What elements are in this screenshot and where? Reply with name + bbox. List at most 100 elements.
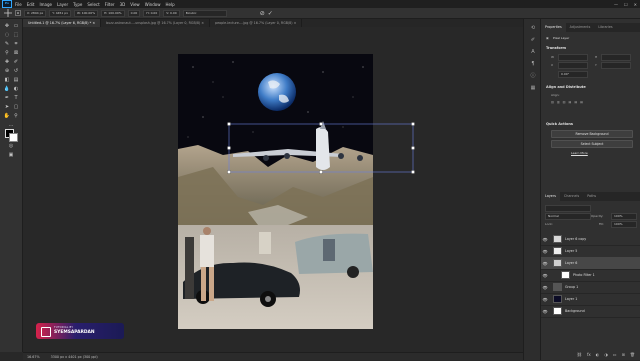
layer-row[interactable]: 👁 Background [541, 305, 640, 318]
character-icon[interactable]: A [529, 49, 537, 56]
folder-icon[interactable]: ▭ [613, 352, 617, 357]
align-icons[interactable]: ▥▥▥▤▤▤ [551, 100, 586, 104]
history-brush-icon[interactable]: ↺ [12, 68, 20, 75]
tab-adjustments[interactable]: Adjustments [566, 23, 595, 32]
zoom-level[interactable]: 16.67% [27, 355, 40, 359]
eraser-icon[interactable]: ◧ [3, 77, 11, 84]
align-section-title[interactable]: Align and Distribute [546, 85, 586, 89]
link-icon[interactable]: ⛓ [577, 352, 582, 357]
tab-channels[interactable]: Channels [560, 192, 583, 201]
background-color-swatch[interactable] [9, 133, 18, 142]
cancel-transform-icon[interactable]: ⊘ [260, 10, 265, 17]
visibility-eye-icon[interactable]: 👁 [541, 261, 549, 266]
quick-select-icon[interactable]: ✎ [3, 41, 11, 48]
height-field[interactable]: H: 100.00% [101, 9, 125, 17]
tab-close-icon[interactable]: × [294, 21, 297, 25]
blur-icon[interactable]: 💧 [3, 86, 11, 93]
menu-layer[interactable]: Layer [57, 2, 68, 7]
menu-filter[interactable]: Filter [105, 2, 115, 7]
quick-mask-icon[interactable]: ◎ [7, 143, 15, 150]
opacity-field[interactable]: 100% [611, 213, 637, 220]
menu-3d[interactable]: 3D [120, 2, 126, 7]
brush-icon[interactable]: ✐ [12, 59, 20, 66]
transform-w-field[interactable] [558, 54, 588, 61]
hand-icon[interactable]: ✋ [3, 113, 11, 120]
swatches-icon[interactable]: ▦ [529, 85, 537, 92]
visibility-eye-icon[interactable]: 👁 [541, 309, 549, 314]
visibility-eye-icon[interactable]: 👁 [541, 297, 549, 302]
tab-close-icon[interactable]: × [92, 21, 95, 25]
layer-filter-field[interactable] [545, 205, 591, 212]
menu-image[interactable]: Image [39, 2, 52, 7]
remove-background-button[interactable]: Remove Background [551, 130, 633, 138]
dodge-icon[interactable]: ◐ [12, 86, 20, 93]
visibility-eye-icon[interactable]: 👁 [541, 237, 549, 242]
angle-field[interactable]: 0.00 [127, 9, 141, 17]
y-position-field[interactable]: Y: 4451 px [49, 9, 71, 17]
v-skew-field[interactable]: V: 0.00 [163, 9, 180, 17]
tab-close-icon[interactable]: × [201, 21, 204, 25]
canvas-area[interactable] [23, 27, 523, 352]
brush-settings-icon[interactable]: ✐ [529, 37, 537, 44]
menu-window[interactable]: Window [145, 2, 161, 7]
tab-astronaut[interactable]: buzz-astronaut...-unsplash.jpg @ 16.7% (… [101, 19, 211, 27]
tab-people[interactable]: people-lecture-...jpg @ 16.7% (Layer 0, … [210, 19, 303, 27]
mask-icon[interactable]: ◐ [596, 352, 600, 357]
transform-y-field[interactable] [601, 62, 631, 69]
marquee-icon[interactable]: ⬚ [12, 32, 20, 39]
artboard-icon[interactable]: ▭ [12, 23, 20, 30]
frame-icon[interactable]: ⊠ [12, 50, 20, 57]
maximize-button[interactable]: ☐ [624, 2, 628, 7]
minimize-button[interactable]: — [614, 2, 618, 7]
info-icon[interactable]: ⓘ [529, 73, 537, 80]
visibility-eye-icon[interactable]: 👁 [541, 249, 549, 254]
tab-libraries[interactable]: Libraries [594, 23, 616, 32]
zoom-icon[interactable]: ⚲ [12, 113, 20, 120]
close-button[interactable]: ✕ [634, 2, 637, 7]
gradient-icon[interactable]: ▤ [12, 77, 20, 84]
menu-edit[interactable]: Edit [27, 2, 35, 7]
path-select-icon[interactable]: ➤ [3, 104, 11, 111]
tab-layers[interactable]: Layers [541, 192, 560, 201]
fx-icon[interactable]: fx [587, 352, 591, 357]
screen-mode-icon[interactable]: ▣ [7, 152, 15, 159]
menu-view[interactable]: View [130, 2, 140, 7]
crop-icon[interactable]: ⌗ [12, 41, 20, 48]
reference-point-icon[interactable] [15, 10, 21, 16]
learn-more-link[interactable]: Learn More [571, 151, 588, 155]
visibility-eye-icon[interactable]: 👁 [541, 285, 549, 290]
blend-mode-select[interactable]: Normal [545, 213, 591, 220]
x-position-field[interactable]: X: 2894 px [24, 9, 47, 17]
healing-brush-icon[interactable]: ✚ [3, 59, 11, 66]
new-layer-icon[interactable]: ⊞ [622, 352, 625, 357]
visibility-eye-icon[interactable]: 👁 [541, 273, 549, 278]
h-skew-field[interactable]: H: 0.00 [143, 9, 161, 17]
shape-icon[interactable]: ▢ [12, 104, 20, 111]
type-icon[interactable]: T [12, 95, 20, 102]
menu-select[interactable]: Select [87, 2, 99, 7]
pen-icon[interactable]: ✒ [3, 95, 11, 102]
width-field[interactable]: W: 100.00% [73, 9, 99, 17]
tab-untitled-1[interactable]: Untitled-1 @ 16.7% (Layer 6, RGB/8) * × [23, 19, 102, 27]
select-subject-button[interactable]: Select Subject [551, 140, 633, 148]
document-canvas[interactable] [23, 27, 523, 352]
history-icon[interactable]: ⟲ [529, 25, 537, 32]
lasso-icon[interactable]: ◌ [3, 32, 11, 39]
trash-icon[interactable]: 🗑 [630, 352, 635, 357]
tab-properties[interactable]: Properties [541, 23, 566, 32]
fill-field[interactable]: 100% [611, 221, 637, 228]
transform-h-field[interactable] [601, 54, 631, 61]
commit-transform-icon[interactable]: ✓ [268, 10, 273, 17]
transform-x-field[interactable] [558, 62, 588, 69]
eyedropper-icon[interactable]: ⚲ [3, 50, 11, 57]
interpolation-select[interactable]: Bicubic [182, 9, 227, 17]
paragraph-icon[interactable]: ¶ [529, 61, 537, 68]
menu-help[interactable]: Help [165, 2, 174, 7]
menu-file[interactable]: File [15, 2, 22, 7]
menu-type[interactable]: Type [73, 2, 82, 7]
move-icon[interactable]: ✥ [3, 23, 11, 30]
adjustment-icon[interactable]: ◑ [604, 352, 608, 357]
tab-paths[interactable]: Paths [583, 192, 600, 201]
more-tools-icon[interactable]: … [7, 122, 15, 129]
transform-angle-field[interactable]: 0.00° [558, 71, 588, 78]
